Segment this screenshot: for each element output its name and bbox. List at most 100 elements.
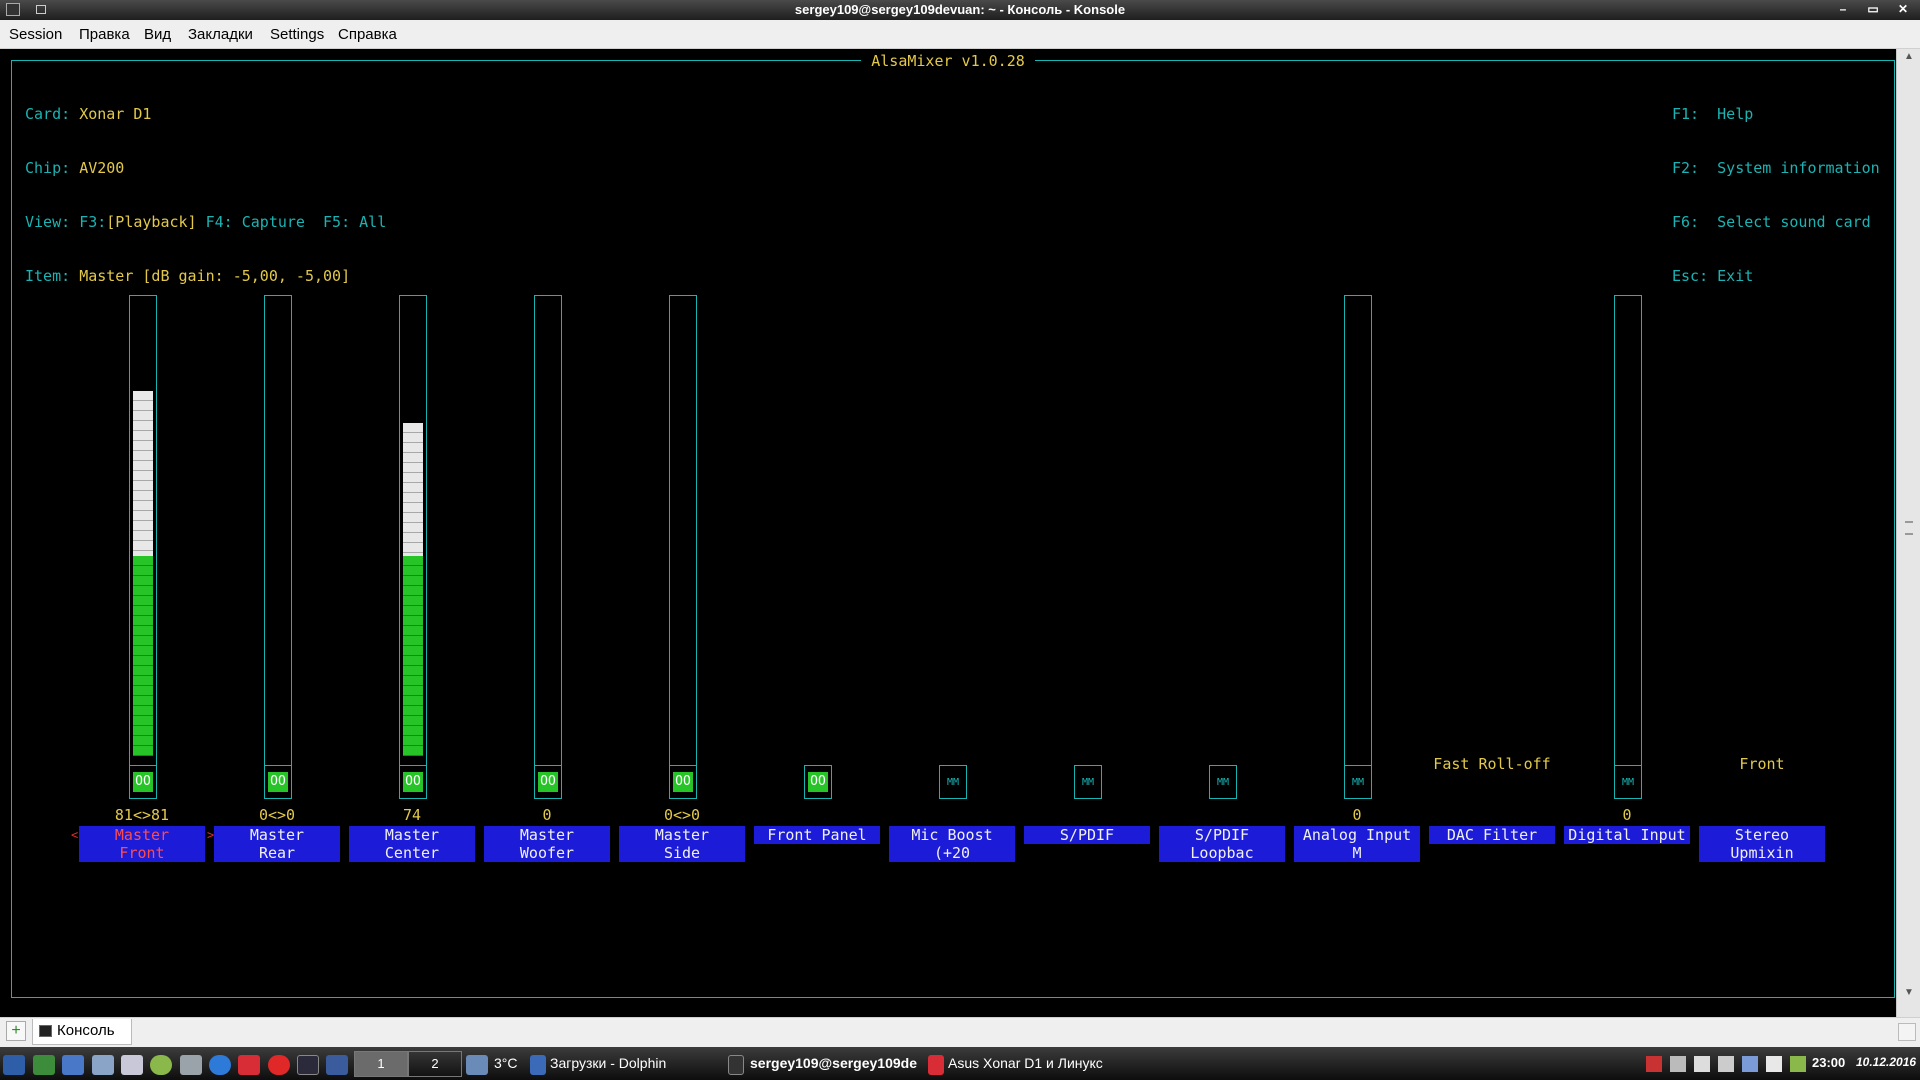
enum-value: Fast Roll-off bbox=[1433, 755, 1551, 773]
mute-state: OO bbox=[538, 772, 558, 792]
mixer-control[interactable]: OO 0<>0 Master Side bbox=[619, 49, 745, 949]
mute-state: OO bbox=[268, 772, 288, 792]
dolphin-launcher-icon[interactable] bbox=[326, 1055, 348, 1075]
volume-slider[interactable] bbox=[534, 295, 562, 767]
pager-desktop-2[interactable]: 2 bbox=[408, 1051, 462, 1077]
session-tab-bar: + Консоль bbox=[0, 1017, 1920, 1047]
mute-toggle[interactable]: MM bbox=[1614, 765, 1642, 799]
tab-konsole[interactable]: Консоль bbox=[32, 1019, 132, 1045]
mixer-control[interactable]: MM 0 Analog Input M bbox=[1294, 49, 1420, 949]
scroll-up-icon[interactable]: ▲ bbox=[1897, 49, 1920, 65]
control-label[interactable]: Master Center bbox=[349, 826, 475, 862]
menu-bookmarks[interactable]: Закладки bbox=[188, 26, 253, 43]
settings-gear-icon[interactable] bbox=[180, 1055, 202, 1075]
mixer-control[interactable]: OO 74 Master Center bbox=[349, 49, 475, 949]
mute-toggle[interactable]: OO bbox=[534, 765, 562, 799]
terminal-area[interactable]: AlsaMixer v1.0.28 Card: Xonar D1 Chip: A… bbox=[0, 49, 1896, 1017]
mixer-control[interactable]: Front Stereo Upmixin bbox=[1699, 49, 1825, 949]
menu-settings[interactable]: Settings bbox=[270, 26, 324, 43]
control-label[interactable]: Stereo Upmixin bbox=[1699, 826, 1825, 862]
volume-slider[interactable] bbox=[1614, 295, 1642, 767]
mute-toggle[interactable]: OO bbox=[264, 765, 292, 799]
file-manager-icon[interactable] bbox=[62, 1055, 84, 1075]
volume-icon[interactable] bbox=[1766, 1056, 1782, 1072]
window-titlebar[interactable]: sergey109@sergey109devuan: ~ - Консоль -… bbox=[0, 0, 1920, 20]
clipboard-icon[interactable] bbox=[1670, 1056, 1686, 1072]
mute-toggle[interactable]: MM bbox=[1074, 765, 1102, 799]
kde-menu-icon[interactable] bbox=[3, 1055, 25, 1075]
task-konsole[interactable]: sergey109@sergey109de bbox=[750, 1055, 922, 1071]
menu-edit[interactable]: Правка bbox=[79, 26, 130, 43]
close-button[interactable]: ✕ bbox=[1892, 1, 1914, 18]
control-label[interactable]: Master Rear bbox=[214, 826, 340, 862]
mixer-control[interactable]: MM Mic Boost (+20 bbox=[889, 49, 1015, 949]
browser-icon[interactable] bbox=[209, 1055, 231, 1075]
close-tab-button[interactable] bbox=[1898, 1023, 1916, 1041]
minimize-button[interactable]: – bbox=[1832, 1, 1854, 18]
mute-toggle[interactable]: OO bbox=[804, 765, 832, 799]
mixer-control[interactable]: MM S/PDIF Loopbac bbox=[1159, 49, 1285, 949]
control-label[interactable]: Master Side bbox=[619, 826, 745, 862]
mute-state: MM bbox=[1081, 777, 1095, 788]
tray-misc-icon[interactable] bbox=[1790, 1056, 1806, 1072]
terminal-scrollbar[interactable]: ▲ ▼ bbox=[1896, 49, 1920, 1017]
mixer-control[interactable]: Fast Roll-off DAC Filter bbox=[1429, 49, 1555, 949]
mute-toggle[interactable]: MM bbox=[1209, 765, 1237, 799]
control-label[interactable]: Front Panel bbox=[754, 826, 880, 844]
media-player-icon[interactable] bbox=[150, 1055, 172, 1075]
menu-help[interactable]: Справка bbox=[338, 26, 397, 43]
mixer-control[interactable]: MM S/PDIF bbox=[1024, 49, 1150, 949]
mute-state: MM bbox=[1216, 777, 1230, 788]
control-label[interactable]: Master Woofer bbox=[484, 826, 610, 862]
menu-view[interactable]: Вид bbox=[144, 26, 171, 43]
volume-slider[interactable] bbox=[1344, 295, 1372, 767]
updates-icon[interactable] bbox=[1718, 1056, 1734, 1072]
volume-slider[interactable] bbox=[264, 295, 292, 767]
control-label[interactable]: Analog Input M bbox=[1294, 826, 1420, 862]
mute-toggle[interactable]: OO bbox=[399, 765, 427, 799]
mute-state: MM bbox=[1351, 777, 1365, 788]
mute-toggle[interactable]: MM bbox=[1344, 765, 1372, 799]
volume-slider[interactable] bbox=[399, 295, 427, 767]
image-viewer-icon[interactable] bbox=[121, 1055, 143, 1075]
pager-desktop-1[interactable]: 1 bbox=[354, 1051, 408, 1077]
vivaldi-icon[interactable] bbox=[238, 1055, 260, 1075]
mixer-control[interactable]: OO 0<>0 Master Rear bbox=[214, 49, 340, 949]
taskbar: 1 2 3°C Загрузки - Dolphin sergey109@ser… bbox=[0, 1047, 1920, 1080]
volume-level-fill bbox=[133, 391, 153, 756]
mixer-control[interactable]: MM 0 Digital Input bbox=[1564, 49, 1690, 949]
volume-slider[interactable] bbox=[669, 295, 697, 767]
volume-value: 0<>0 bbox=[258, 806, 296, 824]
control-label[interactable]: Master Front bbox=[79, 826, 205, 862]
task-vivaldi[interactable]: Asus Xonar D1 и Линукс bbox=[948, 1055, 1103, 1071]
task-dolphin[interactable]: Загрузки - Dolphin bbox=[550, 1055, 666, 1071]
display-icon[interactable] bbox=[1742, 1056, 1758, 1072]
maximize-button[interactable]: ▭ bbox=[1862, 1, 1884, 18]
opera-icon[interactable] bbox=[268, 1055, 290, 1075]
control-label[interactable]: S/PDIF bbox=[1024, 826, 1150, 844]
terminal-launcher-icon[interactable] bbox=[297, 1055, 319, 1075]
mute-toggle[interactable]: OO bbox=[129, 765, 157, 799]
mixer-control[interactable]: OO Front Panel bbox=[754, 49, 880, 949]
mixer-control[interactable]: OO 81<>81 Master Front < > bbox=[71, 49, 214, 949]
mixer-control[interactable]: OO 0 Master Woofer bbox=[484, 49, 610, 949]
mute-toggle[interactable]: MM bbox=[939, 765, 967, 799]
control-label[interactable]: DAC Filter bbox=[1429, 826, 1555, 844]
system-monitor-icon[interactable] bbox=[33, 1055, 55, 1075]
scroll-down-icon[interactable]: ▼ bbox=[1897, 985, 1920, 1001]
control-label[interactable]: Digital Input bbox=[1564, 826, 1690, 844]
scroll-grip-icon[interactable] bbox=[1905, 521, 1913, 535]
tools-icon[interactable] bbox=[92, 1055, 114, 1075]
clock-date[interactable]: 10.12.2016 bbox=[1856, 1055, 1916, 1069]
keyboard-layout-icon[interactable] bbox=[1646, 1056, 1662, 1072]
new-tab-button[interactable]: + bbox=[6, 1021, 26, 1041]
clock-time[interactable]: 23:00 bbox=[1812, 1055, 1845, 1070]
menu-session[interactable]: Session bbox=[9, 26, 62, 43]
mute-toggle[interactable]: OO bbox=[669, 765, 697, 799]
network-icon[interactable] bbox=[1694, 1056, 1710, 1072]
control-label[interactable]: S/PDIF Loopbac bbox=[1159, 826, 1285, 862]
volume-slider[interactable] bbox=[129, 295, 157, 767]
tab-label: Консоль bbox=[57, 1022, 115, 1039]
control-label[interactable]: Mic Boost (+20 bbox=[889, 826, 1015, 862]
mute-state: OO bbox=[403, 772, 423, 792]
